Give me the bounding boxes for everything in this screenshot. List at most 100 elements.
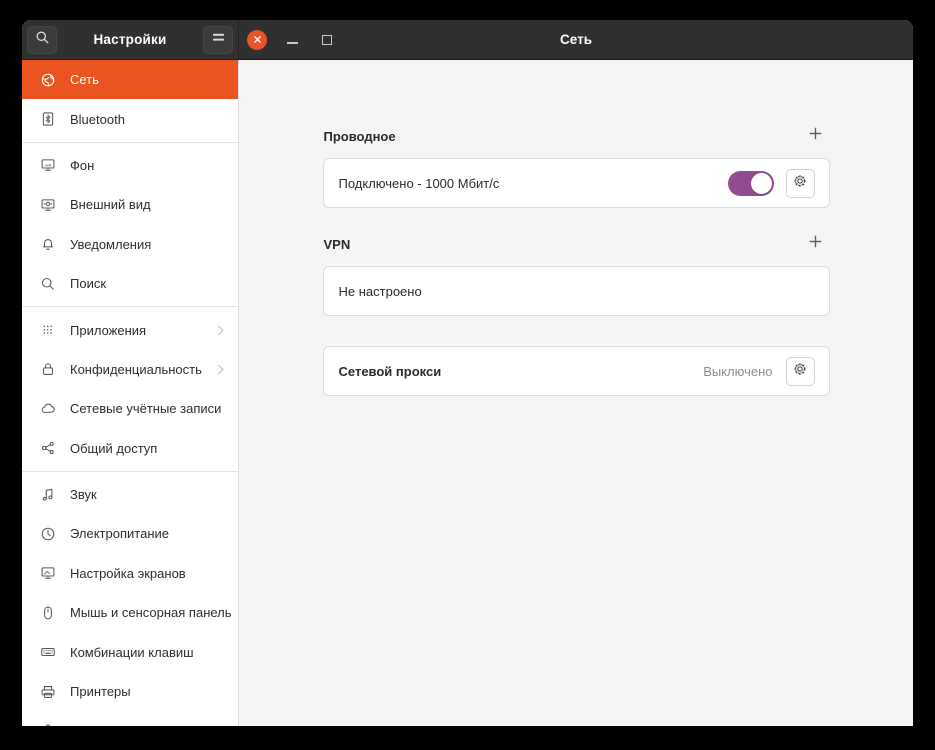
maximize-icon bbox=[322, 35, 332, 45]
bell-icon bbox=[39, 236, 56, 253]
wired-connection-toggle[interactable] bbox=[728, 171, 774, 196]
network-globe-icon bbox=[39, 71, 56, 88]
music-note-icon bbox=[39, 486, 56, 503]
sidebar-item-19[interactable]: Сменные носители bbox=[22, 711, 238, 726]
sidebar-item-18[interactable]: Принтеры bbox=[22, 672, 238, 711]
sidebar-item-label: Фон bbox=[70, 158, 226, 173]
window-titlebar: Настройки bbox=[22, 20, 913, 60]
sidebar-item-9[interactable]: Конфиденциальность bbox=[22, 350, 238, 389]
sidebar-item-label: Мышь и сенсорная панель bbox=[70, 605, 232, 620]
sidebar-item-5[interactable]: Уведомления bbox=[22, 225, 238, 264]
sidebar-item-label: Приложения bbox=[70, 323, 215, 338]
sidebar-item-label: Bluetooth bbox=[70, 112, 226, 127]
wired-card: Подключено - 1000 Мбит/с bbox=[323, 158, 830, 208]
sidebar-item-8[interactable]: Приложения bbox=[22, 310, 238, 349]
spacer-wired-vpn bbox=[323, 208, 830, 230]
plus-icon bbox=[808, 126, 823, 146]
wired-section-title: Проводное bbox=[324, 129, 804, 144]
vpn-status-row: Не настроено bbox=[324, 267, 829, 315]
bluetooth-icon bbox=[39, 111, 56, 128]
sidebar-item-15[interactable]: Настройка экранов bbox=[22, 554, 238, 593]
cloud-icon bbox=[39, 400, 56, 417]
minimize-icon bbox=[287, 42, 298, 44]
hamburger-menu-icon bbox=[211, 31, 226, 49]
chevron-right-icon bbox=[215, 324, 226, 337]
sidebar-item-13[interactable]: Звук bbox=[22, 475, 238, 514]
vpn-status-text: Не настроено bbox=[339, 284, 815, 299]
sidebar-item-label: Общий доступ bbox=[70, 441, 226, 456]
close-button[interactable] bbox=[247, 30, 267, 50]
sidebar-separator bbox=[22, 471, 238, 472]
sidebar-item-17[interactable]: Комбинации клавиш bbox=[22, 632, 238, 671]
sidebar-separator bbox=[22, 142, 238, 143]
sidebar-item-11[interactable]: Общий доступ bbox=[22, 429, 238, 468]
minimize-button[interactable] bbox=[282, 30, 302, 50]
wired-connection-status: Подключено - 1000 Мбит/с bbox=[339, 176, 728, 191]
keyboard-icon bbox=[39, 644, 56, 661]
plus-icon bbox=[808, 234, 823, 254]
sidebar-separator bbox=[22, 306, 238, 307]
sidebar-item-label: Комбинации клавиш bbox=[70, 645, 226, 660]
search-icon bbox=[39, 275, 56, 292]
printer-icon bbox=[39, 683, 56, 700]
sidebar-item-4[interactable]: Внешний вид bbox=[22, 185, 238, 224]
wired-section-header: Проводное bbox=[323, 122, 830, 150]
titlebar-sidebar-section: Настройки bbox=[22, 20, 239, 59]
gear-icon bbox=[792, 173, 808, 194]
sidebar-item-label: Поиск bbox=[70, 276, 226, 291]
spacer-vpn-proxy bbox=[323, 316, 830, 346]
window-body: Сеть Bluetooth Фон Внешний вид Уведомления По… bbox=[22, 60, 913, 726]
main-menu-button[interactable] bbox=[203, 26, 233, 54]
proxy-card: Сетевой прокси Выключено bbox=[323, 346, 830, 396]
page-title: Сеть bbox=[239, 32, 913, 47]
search-icon bbox=[35, 30, 50, 50]
sidebar-item-6[interactable]: Поиск bbox=[22, 264, 238, 303]
sidebar-item-label: Внешний вид bbox=[70, 197, 226, 212]
mouse-icon bbox=[39, 604, 56, 621]
proxy-settings-button[interactable] bbox=[786, 357, 815, 386]
sidebar-item-3[interactable]: Фон bbox=[22, 146, 238, 185]
sidebar-item-14[interactable]: Электропитание bbox=[22, 514, 238, 553]
gear-icon bbox=[792, 361, 808, 382]
sidebar-item-10[interactable]: Сетевые учётные записи bbox=[22, 389, 238, 428]
sidebar-item-label: Принтеры bbox=[70, 684, 226, 699]
vpn-card: Не настроено bbox=[323, 266, 830, 316]
sidebar-item-label: Настройка экранов bbox=[70, 566, 226, 581]
appearance-monitor-icon bbox=[39, 196, 56, 213]
app-title: Настройки bbox=[57, 32, 203, 47]
power-icon bbox=[39, 525, 56, 542]
sidebar-item-label: Электропитание bbox=[70, 526, 226, 541]
lock-icon bbox=[39, 361, 56, 378]
wallpaper-monitor-icon bbox=[39, 157, 56, 174]
sidebar-item-1[interactable]: Bluetooth bbox=[22, 99, 238, 138]
add-vpn-button[interactable] bbox=[804, 232, 828, 256]
chevron-right-icon bbox=[215, 363, 226, 376]
usb-drive-icon bbox=[39, 722, 56, 726]
toggle-knob bbox=[751, 173, 772, 194]
sidebar-item-label: Уведомления bbox=[70, 237, 226, 252]
vpn-section-title: VPN bbox=[324, 237, 804, 252]
settings-sidebar: Сеть Bluetooth Фон Внешний вид Уведомления По… bbox=[22, 60, 239, 726]
proxy-row[interactable]: Сетевой прокси Выключено bbox=[324, 347, 829, 395]
maximize-button[interactable] bbox=[317, 30, 337, 50]
sidebar-item-label: Сеть bbox=[70, 72, 226, 87]
proxy-status: Выключено bbox=[703, 364, 772, 379]
wired-settings-button[interactable] bbox=[786, 169, 815, 198]
apps-grid-icon bbox=[39, 322, 56, 339]
sidebar-item-16[interactable]: Мышь и сенсорная панель bbox=[22, 593, 238, 632]
vpn-section-header: VPN bbox=[323, 230, 830, 258]
sidebar-item-label: Сетевые учётные записи bbox=[70, 401, 226, 416]
sidebar-item-label: Звук bbox=[70, 487, 226, 502]
add-wired-button[interactable] bbox=[804, 124, 828, 148]
search-button[interactable] bbox=[27, 26, 57, 54]
sidebar-item-label: Конфиденциальность bbox=[70, 362, 215, 377]
displays-monitor-icon bbox=[39, 565, 56, 582]
sidebar-item-0[interactable]: Сеть bbox=[22, 60, 238, 99]
window-controls bbox=[247, 30, 337, 50]
titlebar-content-section: Сеть bbox=[239, 20, 913, 59]
wired-connection-row[interactable]: Подключено - 1000 Мбит/с bbox=[324, 159, 829, 207]
network-panel-inner: Проводное Подключено - 1000 Мбит/с bbox=[323, 122, 830, 396]
sidebar-item-label: Сменные носители bbox=[70, 723, 226, 726]
proxy-title: Сетевой прокси bbox=[339, 364, 704, 379]
network-panel: Проводное Подключено - 1000 Мбит/с bbox=[239, 60, 913, 726]
